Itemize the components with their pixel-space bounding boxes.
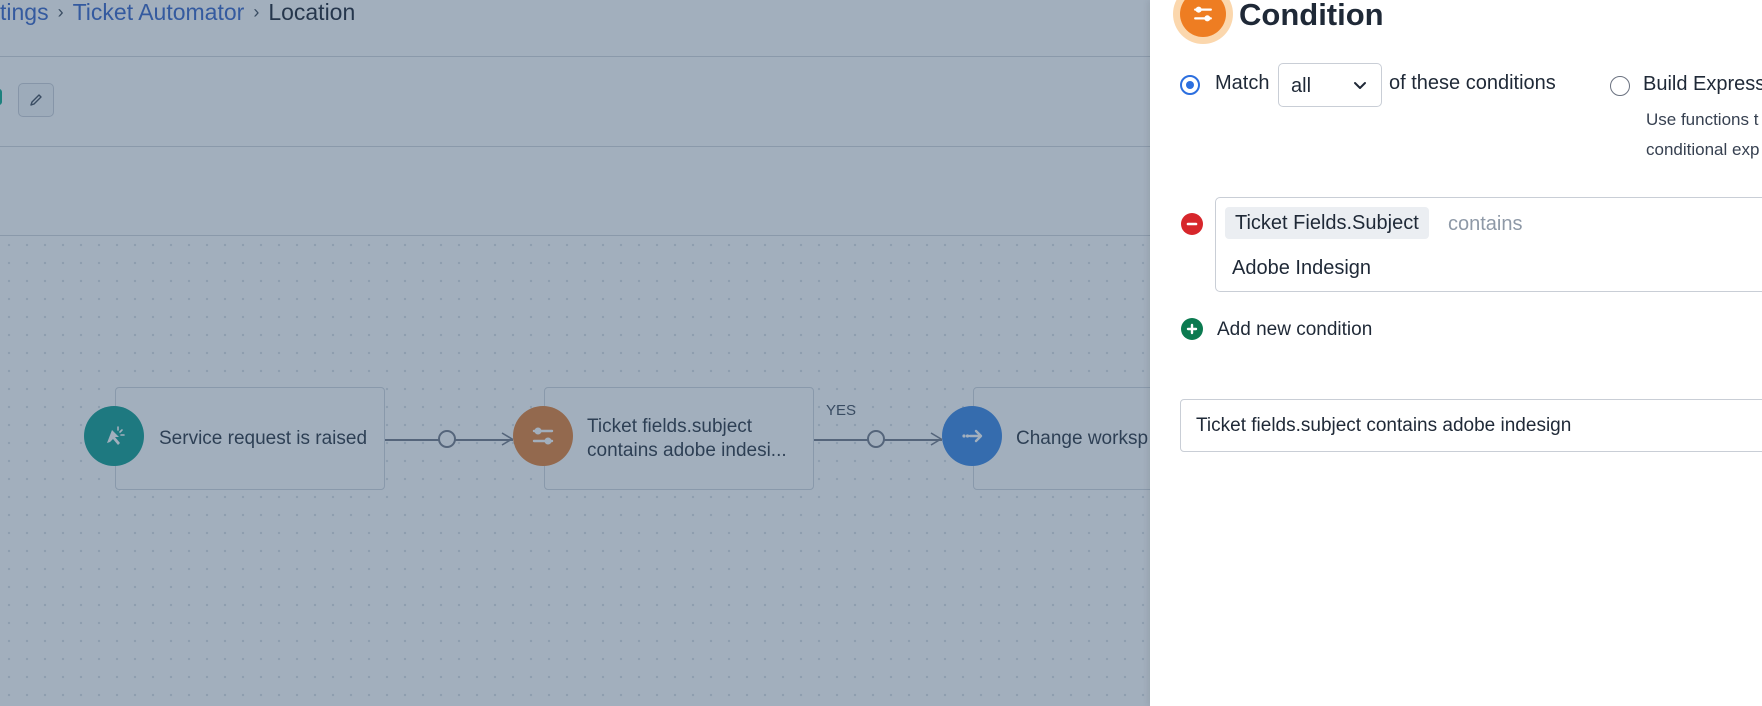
chevron-down-icon [1354, 82, 1366, 89]
condition-value[interactable]: Adobe Indesign [1232, 257, 1371, 280]
condition-operator[interactable]: contains [1448, 213, 1523, 236]
condition-field-chip[interactable]: Ticket Fields.Subject [1225, 207, 1429, 239]
match-suffix: of these conditions [1389, 72, 1556, 94]
match-type-select[interactable]: all [1278, 63, 1382, 107]
match-type-value: all [1291, 75, 1312, 97]
modal-overlay[interactable] [0, 0, 1150, 706]
build-expression-helper: conditional exp [1646, 140, 1760, 159]
match-conditions-radio[interactable] [1180, 75, 1200, 95]
sliders-icon [1194, 6, 1212, 22]
condition-summary-field[interactable]: Ticket fields.subject contains adobe ind… [1180, 399, 1762, 452]
minus-icon [1186, 222, 1198, 226]
add-condition-link[interactable]: Add new condition [1217, 319, 1372, 341]
condition-summary-text: Ticket fields.subject contains adobe ind… [1196, 415, 1572, 436]
remove-condition-button[interactable] [1181, 213, 1203, 235]
match-label: Match [1215, 72, 1270, 94]
condition-panel: Condition Match all of these conditions … [1150, 0, 1762, 706]
add-condition-button[interactable] [1181, 318, 1203, 340]
condition-row[interactable]: Ticket Fields.Subject contains Adobe Ind… [1215, 197, 1762, 292]
panel-title: Condition [1239, 0, 1384, 32]
build-expression-radio[interactable] [1610, 76, 1630, 96]
plus-icon [1186, 323, 1198, 335]
build-expression-helper: Use functions t [1646, 110, 1759, 129]
condition-header-icon [1173, 0, 1233, 44]
build-expression-label: Build Express [1643, 73, 1762, 95]
